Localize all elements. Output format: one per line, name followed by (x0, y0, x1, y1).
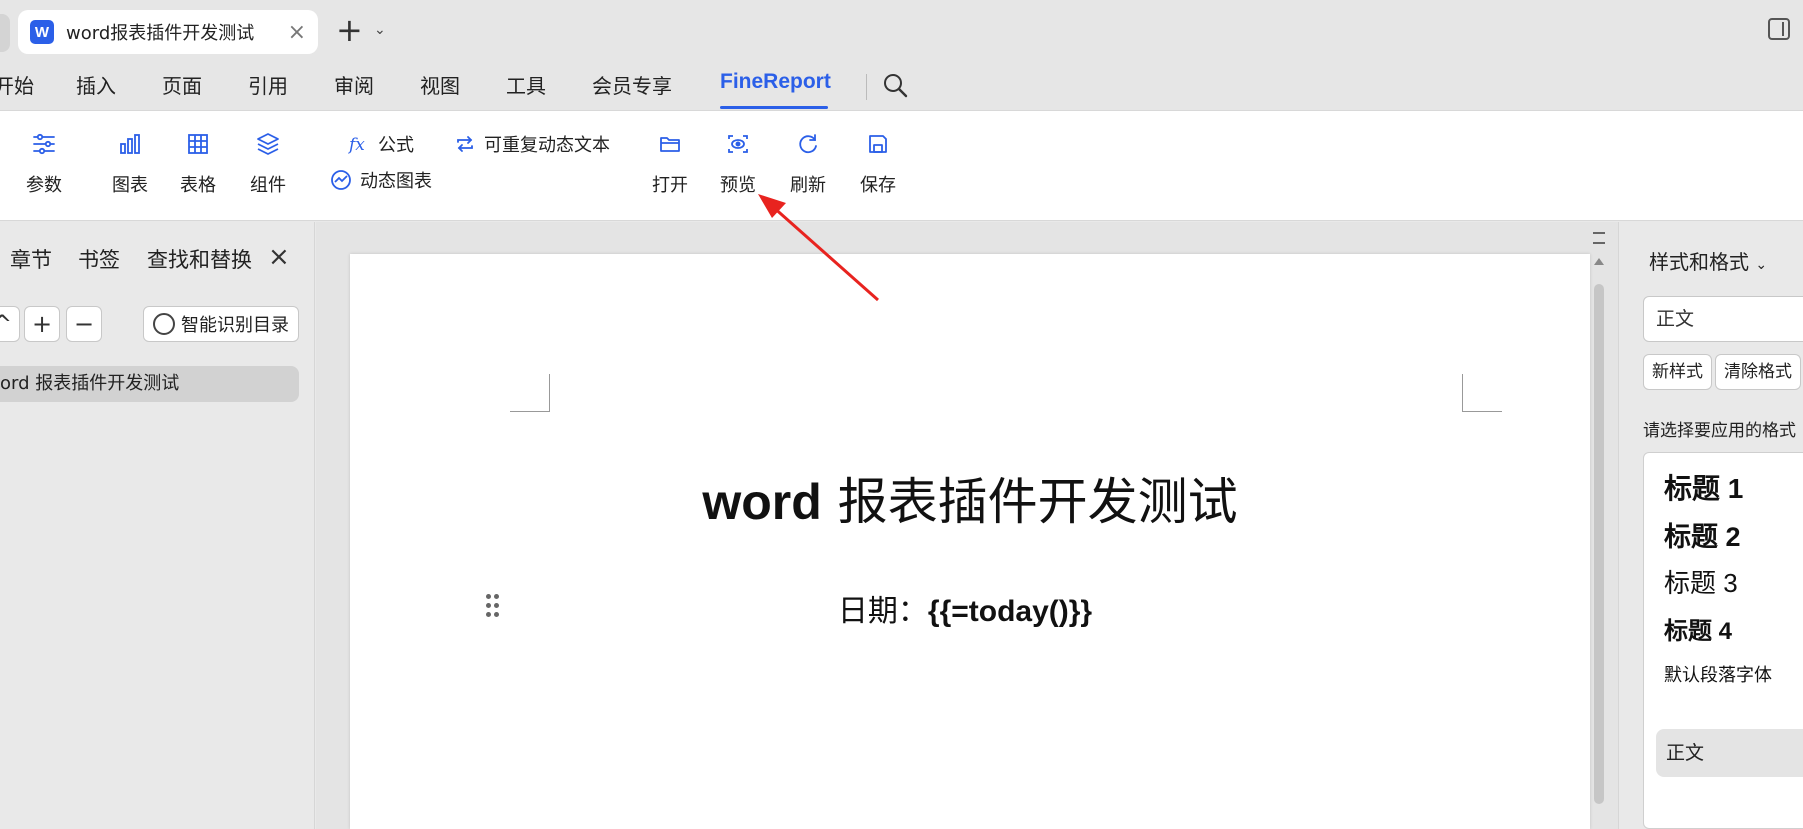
chart-button[interactable]: 图表 (100, 131, 160, 197)
menu-review[interactable]: 审阅 (334, 70, 374, 99)
styles-header-label: 样式和格式 (1649, 250, 1749, 274)
formula-label: 公式 (378, 135, 414, 156)
tab-bookmarks[interactable]: 书签 (78, 244, 120, 274)
component-button[interactable]: 组件 (238, 131, 298, 197)
params-button[interactable]: 参数 (14, 131, 74, 197)
preview-label: 预览 (720, 175, 756, 196)
close-tab-icon[interactable]: × (288, 20, 306, 45)
document-canvas: word 报表插件开发测试 日期：{{=today()}} (316, 222, 1618, 829)
styles-panel: 样式和格式 ⌄ 正文 新样式 清除格式 请选择要应用的格式 标题 1 标题 2 … (1618, 222, 1803, 829)
search-icon[interactable] (882, 72, 908, 98)
menu-insert[interactable]: 插入 (76, 70, 116, 99)
current-style-field[interactable]: 正文 (1643, 296, 1803, 342)
repeat-text-button[interactable]: 可重复动态文本 (454, 131, 610, 157)
finereport-ribbon: 参数 图表 表格 组件 fx 公式 可重复动态文本 动态图表 打开 预览 刷新 … (0, 110, 1803, 221)
margin-corner-top-right (1462, 374, 1502, 412)
title-english: word (702, 474, 822, 530)
trend-circle-icon (331, 170, 351, 190)
word-doc-icon: W (30, 20, 54, 44)
refresh-label: 刷新 (790, 175, 826, 196)
style-heading-4[interactable]: 标题 4 (1664, 611, 1732, 646)
styles-format-dropdown[interactable]: 样式和格式 ⌄ (1649, 246, 1767, 275)
repeat-text-label: 可重复动态文本 (484, 135, 610, 156)
open-label: 打开 (652, 175, 688, 196)
component-label: 组件 (250, 175, 286, 196)
title-chinese: 报表插件开发测试 (821, 473, 1238, 531)
new-tab-button[interactable]: + (336, 14, 363, 46)
menu-tools[interactable]: 工具 (506, 70, 546, 99)
style-heading-2[interactable]: 标题 2 (1664, 515, 1741, 554)
chevron-down-icon: ⌄ (1755, 257, 1768, 273)
dynamic-chart-button[interactable]: 动态图表 (330, 167, 432, 193)
refresh-button[interactable]: 刷新 (778, 131, 838, 197)
tab-find-replace[interactable]: 查找和替换 (147, 244, 252, 274)
style-heading-3[interactable]: 标题 3 (1664, 563, 1738, 600)
repeat-icon (457, 136, 473, 152)
sidebar-layout-icon[interactable] (1768, 18, 1790, 40)
tab-title: word报表插件开发测试 (66, 23, 255, 44)
previous-tab-stub[interactable] (0, 14, 10, 52)
style-list: 标题 1 标题 2 标题 3 标题 4 默认段落字体 正文 (1643, 452, 1803, 829)
table-label: 表格 (180, 175, 216, 196)
layers-icon (257, 133, 279, 155)
table-button[interactable]: 表格 (168, 131, 228, 197)
preview-button[interactable]: 预览 (708, 131, 768, 197)
remove-heading-button[interactable]: − (66, 306, 102, 342)
vertical-scrollbar[interactable] (1592, 232, 1606, 829)
params-label: 参数 (26, 175, 62, 196)
collapse-up-button[interactable]: ^ (0, 306, 20, 342)
menu-references[interactable]: 引用 (248, 70, 288, 99)
style-default-paragraph-font[interactable]: 默认段落字体 (1664, 661, 1772, 687)
close-panel-icon[interactable]: × (268, 242, 290, 272)
fx-icon: fx (348, 135, 365, 155)
tab-chapters[interactable]: 章节 (10, 244, 52, 274)
gauge-icon (153, 313, 175, 335)
open-button[interactable]: 打开 (640, 131, 700, 197)
style-normal[interactable]: 正文 (1656, 729, 1803, 777)
document-tab[interactable]: W word报表插件开发测试 × (18, 10, 318, 54)
style-heading-1[interactable]: 标题 1 (1664, 467, 1743, 507)
collapse-ruler-icon[interactable] (1593, 232, 1605, 244)
title-bar: W word报表插件开发测试 × + ⌄ (0, 0, 1803, 60)
menu-view[interactable]: 视图 (420, 70, 460, 99)
date-label: 日期： (837, 594, 928, 629)
bar-chart-icon (120, 134, 140, 154)
save-button[interactable]: 保存 (848, 131, 908, 197)
svg-text:fx: fx (348, 135, 365, 155)
margin-corner-top-left (510, 374, 550, 412)
date-paragraph[interactable]: 日期：{{=today()}} (350, 586, 1580, 630)
smart-toc-button[interactable]: 智能识别目录 (143, 306, 299, 342)
folder-icon (660, 137, 680, 152)
document-page[interactable]: word 报表插件开发测试 日期：{{=today()}} (350, 254, 1590, 829)
menu-finereport[interactable]: FineReport (720, 70, 831, 94)
table-icon (188, 134, 208, 154)
menu-start[interactable]: 开始 (0, 70, 34, 99)
menu-page[interactable]: 页面 (162, 70, 202, 99)
smart-toc-label: 智能识别目录 (181, 315, 289, 336)
date-formula: {{=today()}} (927, 595, 1093, 628)
preview-eye-icon (728, 135, 748, 153)
formula-button[interactable]: fx 公式 (348, 131, 414, 157)
scroll-up-arrow-icon[interactable] (1594, 258, 1604, 265)
scrollbar-thumb[interactable] (1594, 284, 1604, 804)
add-heading-button[interactable]: + (24, 306, 60, 342)
sliders-icon (33, 133, 55, 155)
chart-label: 图表 (112, 175, 148, 196)
new-style-button[interactable]: 新样式 (1643, 354, 1712, 390)
save-icon (869, 135, 887, 153)
toc-item[interactable]: ord 报表插件开发测试 (0, 366, 299, 402)
menu-member[interactable]: 会员专享 (592, 70, 672, 99)
clear-format-button[interactable]: 清除格式 (1715, 354, 1801, 390)
dynamic-chart-label: 动态图表 (360, 171, 432, 192)
menu-divider (866, 74, 867, 100)
refresh-icon (799, 134, 817, 154)
active-tab-underline (720, 106, 828, 109)
document-title[interactable]: word 报表插件开发测试 (350, 462, 1590, 534)
tab-list-chevron-down-icon[interactable]: ⌄ (374, 22, 386, 38)
menu-bar: 开始 插入 页面 引用 审阅 视图 工具 会员专享 FineReport (0, 60, 1803, 110)
save-label: 保存 (860, 175, 896, 196)
apply-format-label: 请选择要应用的格式 (1643, 421, 1796, 441)
navigation-panel: 章节 书签 查找和替换 × ^ + − 智能识别目录 ord 报表插件开发测试 (0, 222, 315, 829)
